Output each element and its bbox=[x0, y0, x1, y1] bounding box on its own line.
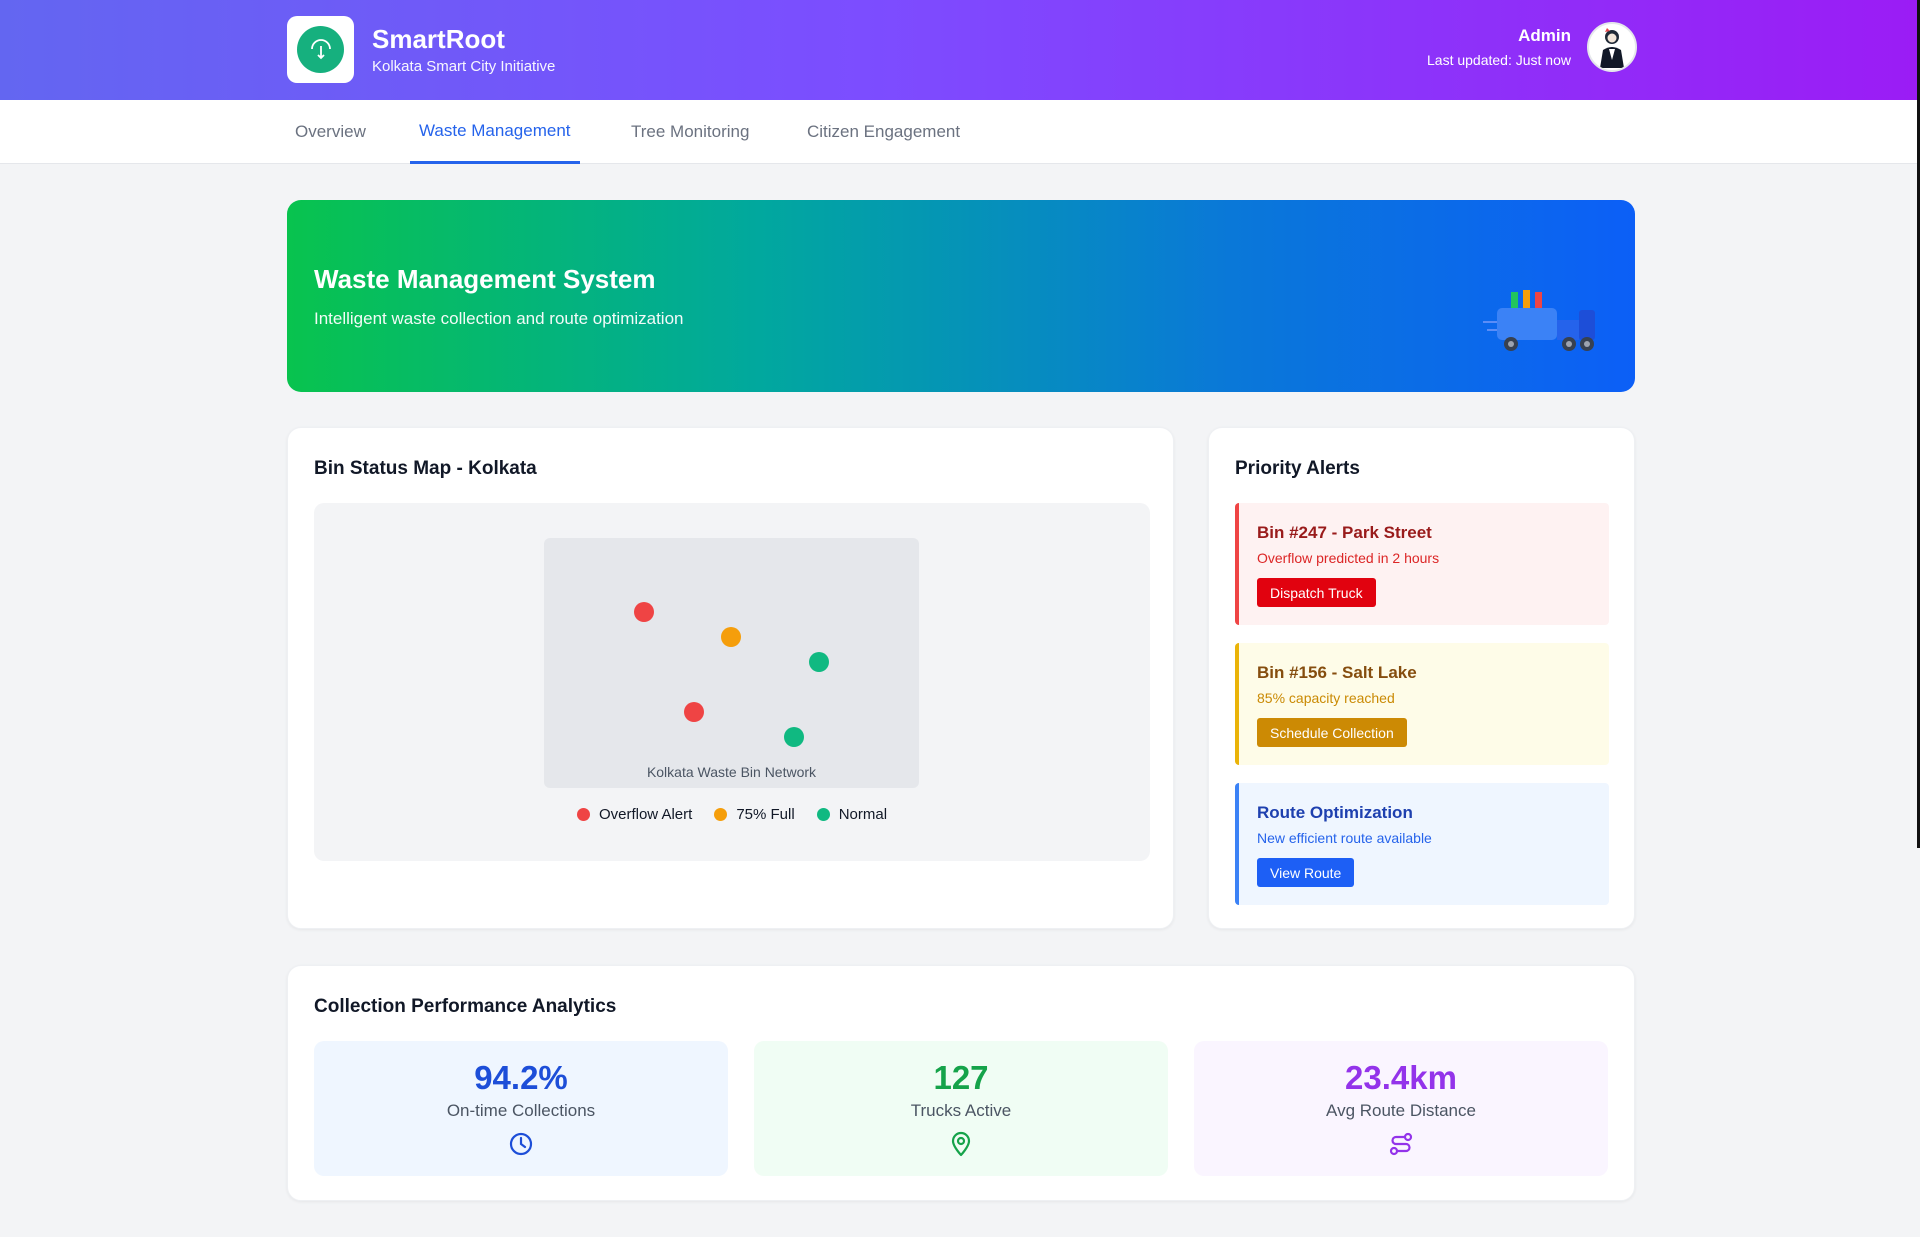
avatar[interactable] bbox=[1587, 22, 1637, 72]
map-area[interactable]: Kolkata Waste Bin Network Overflow Alert… bbox=[314, 503, 1150, 861]
map-title: Bin Status Map - Kolkata bbox=[314, 458, 537, 479]
stat-value: 127 bbox=[933, 1059, 989, 1096]
alert-title: Bin #156 - Salt Lake bbox=[1257, 663, 1417, 682]
alert-description: 85% capacity reached bbox=[1257, 690, 1395, 706]
hero-subtitle: Intelligent waste collection and route o… bbox=[314, 309, 684, 328]
main-nav: Overview Waste Management Tree Monitorin… bbox=[0, 100, 1920, 164]
stat-on-time-collections: 94.2% On-time Collections bbox=[314, 1041, 728, 1176]
user-name: Admin bbox=[1518, 26, 1571, 45]
legend-label: Overflow Alert bbox=[598, 806, 693, 823]
clock-icon bbox=[314, 1131, 728, 1157]
tab-waste-management[interactable]: Waste Management bbox=[410, 100, 580, 164]
schedule-collection-button[interactable]: Schedule Collection bbox=[1257, 718, 1407, 747]
bin-status-map-card: Bin Status Map - Kolkata Kolkata Waste B… bbox=[287, 427, 1174, 929]
app-logo bbox=[287, 16, 354, 83]
map-caption: Kolkata Waste Bin Network bbox=[646, 764, 817, 780]
alert-title: Bin #247 - Park Street bbox=[1257, 523, 1432, 542]
hero-title: Waste Management System bbox=[314, 264, 656, 294]
alert-item-critical: Bin #247 - Park Street Overflow predicte… bbox=[1235, 503, 1609, 625]
view-route-button[interactable]: View Route bbox=[1257, 858, 1355, 887]
bin-marker-normal[interactable] bbox=[784, 727, 804, 747]
alert-item-warning: Bin #156 - Salt Lake 85% capacity reache… bbox=[1235, 643, 1609, 765]
map-pin-icon bbox=[754, 1131, 1168, 1157]
last-updated: Last updated: Just now bbox=[1427, 52, 1571, 68]
stat-label: Avg Route Distance bbox=[1326, 1101, 1476, 1120]
tab-overview[interactable]: Overview bbox=[286, 100, 375, 164]
alert-title: Route Optimization bbox=[1257, 803, 1413, 822]
stat-label: On-time Collections bbox=[446, 1101, 596, 1120]
bin-marker-normal[interactable] bbox=[809, 652, 829, 672]
map-legend: Overflow Alert 75% Full Normal bbox=[314, 806, 1150, 823]
alert-description: New efficient route available bbox=[1257, 830, 1432, 846]
legend-swatch bbox=[816, 808, 830, 821]
app-name: SmartRoot bbox=[372, 24, 505, 54]
alerts-title: Priority Alerts bbox=[1235, 458, 1360, 479]
dispatch-truck-button[interactable]: Dispatch Truck bbox=[1257, 578, 1376, 607]
bin-marker-75-full[interactable] bbox=[721, 627, 741, 647]
legend-item-75-full: 75% Full bbox=[714, 806, 795, 823]
legend-swatch bbox=[576, 808, 590, 821]
performance-analytics-card: Collection Performance Analytics 94.2% O… bbox=[287, 965, 1635, 1201]
user-menu[interactable]: Admin Last updated: Just now bbox=[1427, 22, 1637, 72]
performance-title: Collection Performance Analytics bbox=[314, 996, 617, 1017]
legend-swatch bbox=[714, 808, 728, 821]
legend-label: Normal bbox=[838, 806, 888, 823]
bin-marker-overflow[interactable] bbox=[634, 602, 654, 622]
priority-alerts-card: Priority Alerts Bin #247 - Park Street O… bbox=[1208, 427, 1635, 929]
app-header: SmartRoot Kolkata Smart City Initiative … bbox=[0, 0, 1920, 100]
app-subtitle: Kolkata Smart City Initiative bbox=[372, 58, 556, 75]
stat-value: 94.2% bbox=[474, 1059, 568, 1096]
route-icon bbox=[1194, 1131, 1608, 1157]
alert-description: Overflow predicted in 2 hours bbox=[1257, 550, 1440, 566]
garbage-truck-icon bbox=[1483, 290, 1603, 361]
bin-network-map[interactable]: Kolkata Waste Bin Network bbox=[544, 538, 919, 788]
brand[interactable]: SmartRoot Kolkata Smart City Initiative bbox=[287, 16, 555, 83]
legend-item-normal: Normal bbox=[816, 806, 888, 823]
hero-banner: Waste Management System Intelligent wast… bbox=[287, 200, 1635, 392]
stat-label: Trucks Active bbox=[910, 1101, 1012, 1120]
tree-root-icon bbox=[297, 26, 344, 73]
stat-avg-route-distance: 23.4km Avg Route Distance bbox=[1194, 1041, 1608, 1176]
tab-citizen-engagement[interactable]: Citizen Engagement bbox=[798, 100, 969, 164]
legend-label: 75% Full bbox=[736, 806, 795, 823]
bin-marker-overflow[interactable] bbox=[684, 702, 704, 722]
legend-item-overflow: Overflow Alert bbox=[576, 806, 693, 823]
stat-value: 23.4km bbox=[1345, 1059, 1457, 1096]
stat-trucks-active: 127 Trucks Active bbox=[754, 1041, 1168, 1176]
alert-item-info: Route Optimization New efficient route a… bbox=[1235, 783, 1609, 905]
tab-tree-monitoring[interactable]: Tree Monitoring bbox=[622, 100, 758, 164]
